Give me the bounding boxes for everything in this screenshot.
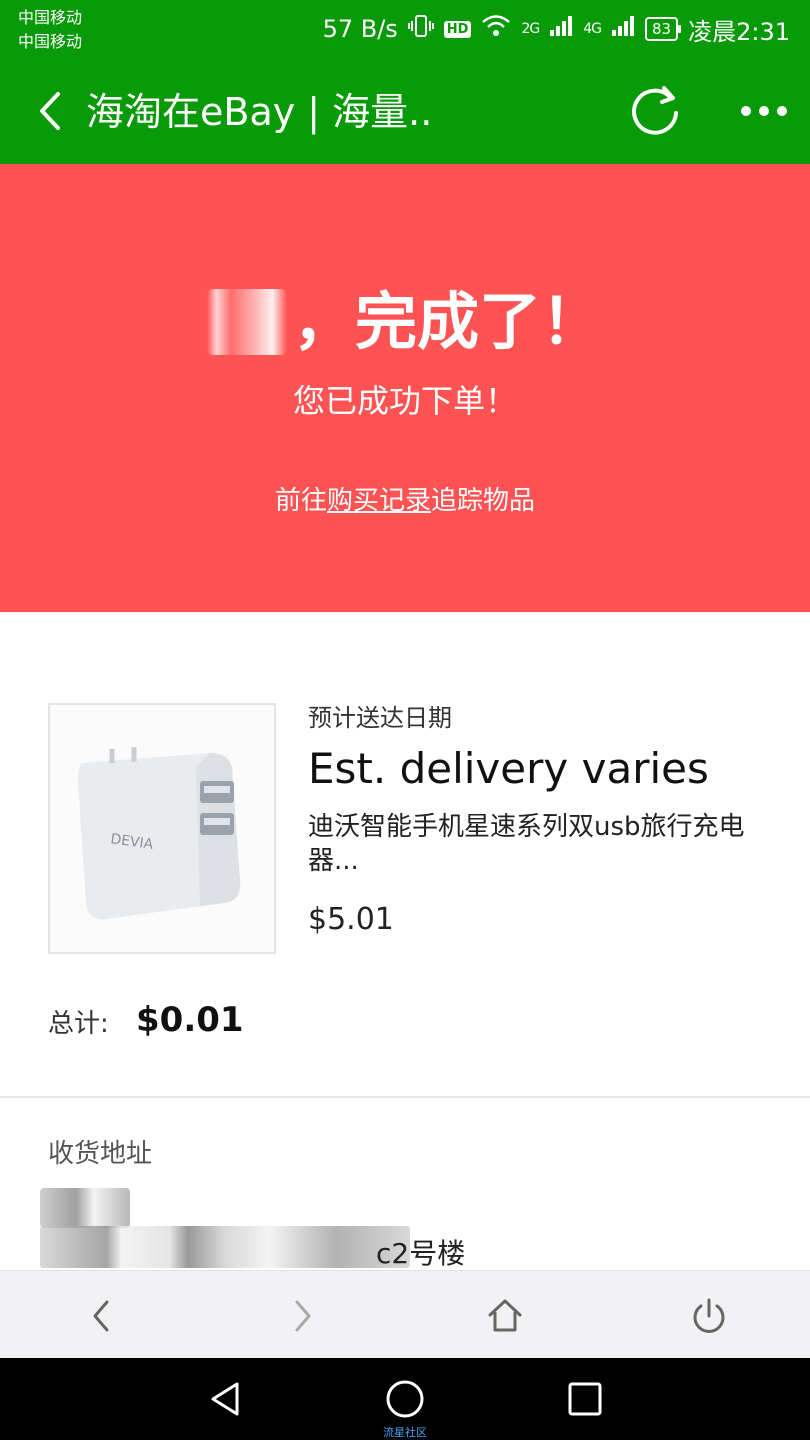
watermark-text: 流星社区: [383, 1426, 427, 1439]
signal-icon-2: [611, 15, 635, 43]
battery-icon: 83: [645, 17, 682, 41]
app-bar: 海淘在eBay | 海量..: [0, 60, 810, 164]
status-indicators: 57 B/s HD 2G 4G 83 凌晨2:31: [323, 10, 790, 48]
purchase-history-link[interactable]: 购买记录: [327, 486, 431, 516]
completion-text: ，完成了！: [292, 285, 603, 358]
total-label: 总计:: [48, 1009, 109, 1039]
track-suffix: 追踪物品: [431, 486, 536, 516]
shipping-address-label: 收货地址: [48, 1139, 153, 1169]
carrier-2: 中国移动: [18, 32, 83, 51]
nav-home-icon[interactable]: [380, 1376, 430, 1422]
browser-back-icon[interactable]: [76, 1291, 126, 1341]
page-title: 海淘在eBay | 海量..: [86, 90, 433, 134]
status-bar: 中国移动 中国移动 57 B/s HD 2G 4G 83 凌晨2:31: [0, 0, 810, 60]
success-banner: ，完成了！ 您已成功下单！ 前往购买记录追踪物品: [0, 164, 810, 612]
address-line-suffix: c2号楼: [376, 1237, 466, 1270]
nav-back-icon[interactable]: [200, 1376, 250, 1422]
refresh-icon[interactable]: [624, 80, 686, 142]
net-speed: 57 B/s: [322, 15, 398, 43]
blurred-address-line: [40, 1226, 410, 1268]
clock: 凌晨2:31: [688, 17, 790, 46]
wifi-icon: [481, 14, 511, 44]
browser-forward-icon[interactable]: [278, 1291, 328, 1341]
order-placed-message: 您已成功下单！: [292, 382, 517, 420]
blurred-recipient-name: [40, 1188, 130, 1228]
hd-badge: HD: [443, 20, 472, 38]
product-price: $5.01: [308, 902, 394, 937]
more-dots-icon[interactable]: [732, 82, 796, 140]
section-divider: [0, 1096, 810, 1098]
browser-toolbar: [0, 1270, 810, 1358]
signal-icon-1: [549, 15, 573, 43]
blurred-username: [206, 289, 287, 355]
total-value: $0.01: [136, 1000, 244, 1040]
signal-2g-label: 2G: [521, 21, 540, 37]
carrier-labels: 中国移动 中国移动: [18, 6, 82, 54]
product-image[interactable]: DEVIA: [48, 703, 276, 954]
completion-heading: ，完成了！: [0, 284, 810, 360]
product-title[interactable]: 迪沃智能手机星速系列双usb旅行充电器...: [308, 810, 778, 878]
power-icon[interactable]: [684, 1291, 734, 1341]
eta-value: Est. delivery varies: [308, 744, 709, 793]
carrier-1: 中国移动: [18, 8, 83, 27]
home-icon[interactable]: [480, 1291, 530, 1341]
eta-label: 预计送达日期: [308, 704, 452, 732]
track-prefix: 前往: [274, 486, 327, 516]
signal-4g-label: 4G: [583, 21, 602, 37]
chevron-left-icon[interactable]: [28, 82, 76, 140]
track-items-line: 前往购买记录追踪物品: [0, 482, 810, 520]
nav-recents-icon[interactable]: [560, 1376, 610, 1422]
vibrate-icon: [407, 13, 434, 45]
